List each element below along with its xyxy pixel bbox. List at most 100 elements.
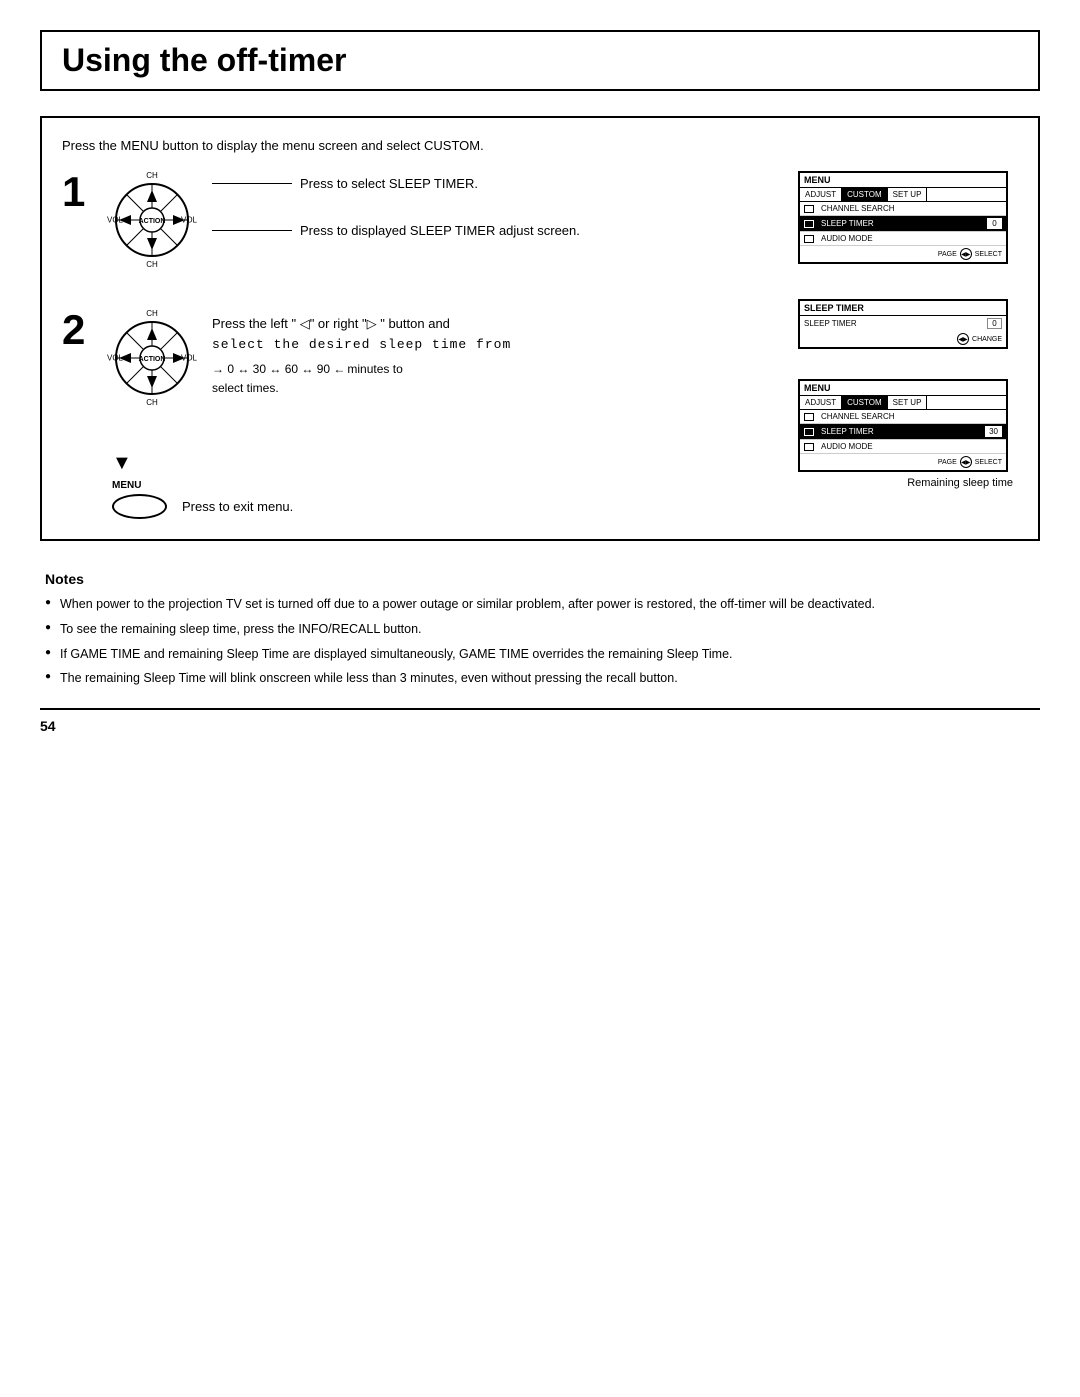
sleep-label-1: SLEEP TIMER [821, 219, 983, 228]
step-1-content: CH VOL VOL [107, 171, 778, 269]
screen-menu-1-title: MENU [800, 173, 1006, 188]
sleep-timer-footer: ◀▶ CHANGE [800, 331, 1006, 347]
sleep-timer-row: SLEEP TIMER 0 [800, 316, 1006, 331]
audio-icon-2 [804, 443, 814, 451]
remote-diagram-1: CH VOL VOL [107, 171, 197, 269]
menu-label-below: MENU [112, 480, 778, 491]
step-1-instructions: Press to select SLEEP TIMER. Press to di… [212, 171, 580, 238]
menu-row: Press to exit menu. [112, 494, 778, 519]
notes-section: Notes When power to the projection TV se… [40, 571, 1040, 688]
tab-adjust-2: ADJUST [800, 396, 842, 409]
audio-label-2: AUDIO MODE [821, 442, 1002, 451]
menu-row-sleep-1: SLEEP TIMER 0 [800, 216, 1006, 232]
note-item-2: To see the remaining sleep time, press t… [45, 620, 1035, 639]
tab-custom-2: CUSTOM [842, 396, 888, 409]
screen-menu-2: MENU ADJUST CUSTOM SET UP CHANNEL SEARCH [798, 379, 1008, 472]
note-item-1: When power to the projection TV set is t… [45, 595, 1035, 614]
menu-oval-button [112, 494, 167, 519]
step-2-row: 2 CH VOL VOL [62, 309, 778, 407]
connector-line-2 [212, 230, 292, 231]
sleep-icon-1 [804, 220, 814, 228]
step-1-row: 1 CH VOL VOL [62, 171, 778, 269]
screen-menu-2-tabs: ADJUST CUSTOM SET UP [800, 396, 1006, 410]
step-2-instr-2: → 0 ↔ 30 ↔ 60 ↔ 90 ← minutes to [212, 360, 511, 379]
connector-line-1 [212, 183, 292, 184]
screen-menu-1: MENU ADJUST CUSTOM SET UP CHANNEL SEARCH [798, 171, 1008, 264]
screen-menu-2-title: MENU [800, 381, 1006, 396]
menu-row-audio-2: AUDIO MODE [800, 440, 1006, 454]
step-1-number: 1 [62, 171, 92, 213]
svg-text:ACTION: ACTION [139, 356, 166, 363]
sleep-timer-screen-container: SLEEP TIMER SLEEP TIMER 0 ◀▶ CHANGE [798, 299, 1018, 349]
down-arrow-area: ▼ MENU Press to exit menu. [62, 452, 778, 519]
vol-label-left-1: VOL [107, 216, 123, 225]
footer-page-1: PAGE [938, 251, 957, 258]
vol-label-right-2: VOL [181, 354, 197, 363]
channel-icon-2 [804, 413, 814, 421]
sleep-value-2: 30 [985, 426, 1002, 437]
step-2-instructions: Press the left " ◁" or right "▷ " button… [212, 309, 511, 398]
screen-menu-2-footer: PAGE ◀▶ SELECT [800, 454, 1006, 470]
vol-label-left-2: VOL [107, 354, 123, 363]
screen-menu-2-container: MENU ADJUST CUSTOM SET UP CHANNEL SEARCH [798, 379, 1018, 489]
footer-select-1: SELECT [975, 251, 1002, 258]
menu-row-sleep-2: SLEEP TIMER 30 [800, 424, 1006, 440]
tab-setup-2: SET UP [888, 396, 928, 409]
main-content-box: Press the MENU button to display the men… [40, 116, 1040, 541]
steps-area: 1 CH VOL VOL [62, 171, 1018, 519]
step-2-instr-3: select times. [212, 379, 511, 398]
press-exit-text: Press to exit menu. [182, 499, 293, 514]
sleep-icon-2 [804, 428, 814, 436]
remaining-sleep-time-label: Remaining sleep time [798, 477, 1013, 489]
sleep-value-1: 0 [987, 218, 1002, 229]
svg-text:ACTION: ACTION [139, 218, 166, 225]
audio-label-1: AUDIO MODE [821, 234, 1002, 243]
vol-label-right-1: VOL [181, 216, 197, 225]
step-1-instr-2: Press to displayed SLEEP TIMER adjust sc… [212, 223, 580, 238]
sleep-label-2: SLEEP TIMER [821, 427, 981, 436]
action-icon-1: ◀▶ [960, 248, 972, 260]
step-2-instr-1: Press the left " ◁" or right "▷ " button… [212, 314, 511, 354]
footer-page-2: PAGE [938, 459, 957, 466]
channel-label-1: CHANNEL SEARCH [821, 204, 1002, 213]
tab-custom-1: CUSTOM [842, 188, 888, 201]
remote-diagram-2: CH VOL VOL [107, 309, 197, 407]
sleep-timer-row-value: 0 [987, 318, 1002, 329]
notes-title: Notes [45, 571, 1035, 587]
action-icon-2: ◀▶ [960, 456, 972, 468]
step-2-number: 2 [62, 309, 92, 351]
note-item-3: If GAME TIME and remaining Sleep Time ar… [45, 645, 1035, 664]
page-footer: 54 [40, 708, 1040, 734]
menu-row-channel-1: CHANNEL SEARCH [800, 202, 1006, 216]
page-number: 54 [40, 718, 56, 734]
ch-label-top-1: CH [146, 171, 158, 180]
change-icon: ◀▶ [957, 333, 969, 345]
channel-label-2: CHANNEL SEARCH [821, 412, 1002, 421]
screen-menu-1-footer: PAGE ◀▶ SELECT [800, 246, 1006, 262]
sleep-timer-screen: SLEEP TIMER SLEEP TIMER 0 ◀▶ CHANGE [798, 299, 1008, 349]
ch-label-bottom-2: CH [146, 398, 158, 407]
sleep-timer-row-label: SLEEP TIMER [804, 319, 983, 328]
left-column: 1 CH VOL VOL [62, 171, 778, 519]
ch-label-top-2: CH [146, 309, 158, 318]
tab-adjust-1: ADJUST [800, 188, 842, 201]
note-item-4: The remaining Sleep Time will blink onsc… [45, 669, 1035, 688]
ch-label-bottom-1: CH [146, 260, 158, 269]
audio-icon-1 [804, 235, 814, 243]
page-container: Using the off-timer Press the MENU butto… [0, 0, 1080, 754]
step-1-instr-1: Press to select SLEEP TIMER. [212, 176, 580, 191]
screen-menu-1-container: MENU ADJUST CUSTOM SET UP CHANNEL SEARCH [798, 171, 1018, 264]
step-2-content: CH VOL VOL [107, 309, 778, 407]
change-label: CHANGE [972, 336, 1002, 343]
screen-menu-1-tabs: ADJUST CUSTOM SET UP [800, 188, 1006, 202]
title-box: Using the off-timer [40, 30, 1040, 91]
sleep-timer-title: SLEEP TIMER [800, 301, 1006, 316]
tab-setup-1: SET UP [888, 188, 928, 201]
menu-row-channel-2: CHANNEL SEARCH [800, 410, 1006, 424]
right-column: MENU ADJUST CUSTOM SET UP CHANNEL SEARCH [798, 171, 1018, 519]
menu-row-audio-1: AUDIO MODE [800, 232, 1006, 246]
page-title: Using the off-timer [62, 42, 1018, 79]
channel-icon-1 [804, 205, 814, 213]
intro-text: Press the MENU button to display the men… [62, 138, 1018, 153]
footer-select-2: SELECT [975, 459, 1002, 466]
